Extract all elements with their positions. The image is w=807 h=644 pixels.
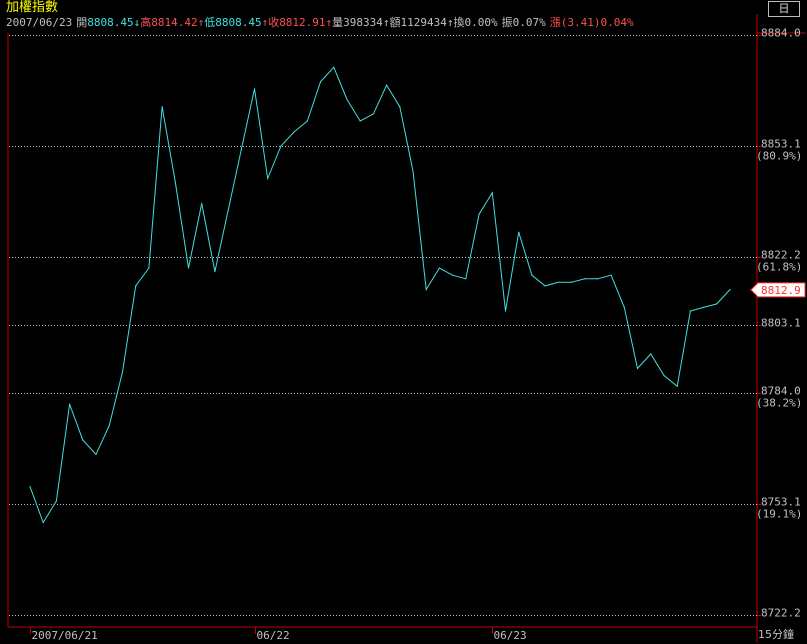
x-tick-label: 06/22 <box>257 629 290 642</box>
x-tick-label: 2007/06/21 <box>32 629 98 642</box>
data-point <box>570 281 573 283</box>
y-pct-label: (38.2%) <box>756 397 802 410</box>
data-point <box>465 278 467 280</box>
y-pct-label: (19.1%) <box>756 508 802 521</box>
data-point <box>306 120 308 122</box>
data-point <box>491 192 493 194</box>
data-point <box>504 310 507 312</box>
last-price-label: 8812.9 <box>761 284 801 297</box>
series-group <box>29 66 731 524</box>
data-point <box>333 66 335 68</box>
data-point <box>161 106 163 108</box>
data-point <box>676 385 678 387</box>
data-point <box>438 267 440 269</box>
y-tick-label: 8803.1 <box>761 317 801 330</box>
y-tick-label: 8884.0 <box>761 27 801 40</box>
data-point <box>148 267 150 269</box>
y-pct-label: (80.9%) <box>756 150 802 163</box>
y-pct-label: (61.8%) <box>756 261 802 274</box>
data-point <box>55 500 58 502</box>
data-point <box>253 88 256 90</box>
data-point <box>267 177 269 179</box>
period-selector[interactable]: 15分鐘 <box>758 628 794 642</box>
data-point <box>386 84 388 86</box>
data-point <box>716 303 718 305</box>
y-tick-label: 8722.2 <box>761 607 801 620</box>
data-point <box>703 306 705 308</box>
data-point <box>227 210 229 212</box>
data-point <box>729 288 731 291</box>
data-point <box>135 285 137 287</box>
data-point <box>82 439 84 441</box>
data-point <box>544 285 546 287</box>
y-axis-ticks: 8884.08853.1(80.9%)8822.2(61.8%)8803.187… <box>756 27 802 620</box>
data-point <box>280 145 282 147</box>
data-point <box>201 202 203 205</box>
data-point <box>320 81 322 83</box>
data-point <box>121 371 124 373</box>
data-point <box>187 267 190 269</box>
data-point <box>69 403 71 405</box>
data-point <box>108 425 110 427</box>
data-point <box>372 113 374 115</box>
data-point <box>29 486 31 488</box>
price-line-chart: 8884.08853.1(80.9%)8822.2(61.8%)8803.187… <box>7 14 806 643</box>
data-point <box>636 367 639 369</box>
data-point <box>214 271 216 273</box>
data-point <box>359 120 361 122</box>
data-point <box>399 106 401 108</box>
data-point <box>293 131 295 133</box>
data-point <box>650 353 652 355</box>
data-point <box>240 149 242 151</box>
data-point <box>42 521 44 524</box>
data-point <box>597 278 599 280</box>
data-point <box>557 281 559 283</box>
data-point <box>689 310 692 312</box>
x-axis-ticks: 2007/06/21 06/22 06/23 <box>30 627 527 642</box>
data-point <box>478 213 480 215</box>
data-point <box>346 98 348 101</box>
data-point <box>452 274 454 276</box>
last-price-marker: 8812.9 <box>750 282 806 298</box>
data-point <box>95 453 97 455</box>
data-point <box>518 231 520 233</box>
data-point <box>412 170 414 172</box>
data-point <box>663 374 665 377</box>
x-tick-label: 06/23 <box>494 629 527 642</box>
data-point <box>425 288 427 291</box>
data-point <box>623 306 625 308</box>
data-point <box>584 278 586 280</box>
grid-lines <box>9 35 757 616</box>
data-point <box>610 274 612 276</box>
data-point <box>531 274 533 276</box>
data-point <box>174 181 176 183</box>
series-line <box>29 66 731 524</box>
